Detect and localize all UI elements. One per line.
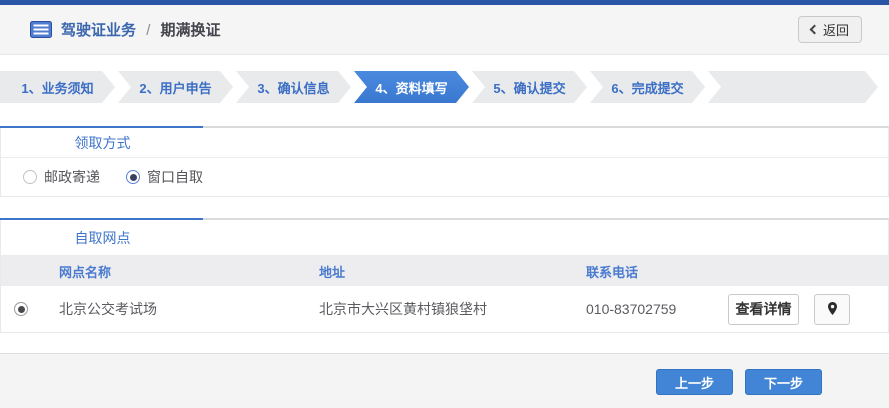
step-bar-filler bbox=[708, 71, 878, 103]
pickup-method-title: 领取方式 bbox=[1, 128, 204, 157]
breadcrumb-separator: / bbox=[146, 22, 150, 39]
step-3-confirm-info[interactable]: 3、确认信息 bbox=[236, 71, 351, 103]
radio-option-postal-delivery[interactable]: 邮政寄递 bbox=[23, 167, 100, 187]
view-details-button[interactable]: 查看详情 bbox=[728, 294, 799, 325]
wizard-footer: 上一步 下一步 bbox=[0, 353, 889, 408]
row-radio-checked-icon[interactable] bbox=[14, 302, 28, 316]
radio-label-postal: 邮政寄递 bbox=[44, 167, 100, 187]
map-pin-icon bbox=[827, 302, 838, 316]
previous-step-button[interactable]: 上一步 bbox=[656, 369, 733, 395]
pickup-method-header: 领取方式 bbox=[1, 128, 888, 158]
map-location-button[interactable] bbox=[814, 294, 850, 325]
step-1-business-notice[interactable]: 1、业务须知 bbox=[0, 71, 115, 103]
location-phone: 010-83702759 bbox=[586, 301, 728, 317]
step-4-fill-data-active[interactable]: 4、资料填写 bbox=[354, 71, 469, 103]
pickup-method-section: 领取方式 邮政寄递 窗口自取 bbox=[0, 126, 889, 197]
breadcrumb-business-type: 驾驶证业务 bbox=[61, 22, 136, 39]
locations-table-header: 网点名称 地址 联系电话 bbox=[1, 256, 888, 286]
column-header-phone: 联系电话 bbox=[586, 262, 728, 281]
pickup-locations-header: 自取网点 bbox=[1, 220, 888, 256]
radio-label-window: 窗口自取 bbox=[147, 167, 203, 187]
radio-option-window-pickup[interactable]: 窗口自取 bbox=[126, 167, 203, 187]
pickup-locations-section: 自取网点 网点名称 地址 联系电话 北京公交考试场 北京市大兴区黄村镇狼垡村 0… bbox=[0, 218, 889, 333]
column-header-name: 网点名称 bbox=[59, 262, 319, 281]
next-step-button[interactable]: 下一步 bbox=[745, 369, 822, 395]
radio-unchecked-icon[interactable] bbox=[23, 170, 37, 184]
location-table-row[interactable]: 北京公交考试场 北京市大兴区黄村镇狼垡村 010-83702759 查看详情 bbox=[1, 286, 888, 332]
location-address: 北京市大兴区黄村镇狼垡村 bbox=[319, 299, 586, 319]
location-name: 北京公交考试场 bbox=[59, 299, 319, 319]
breadcrumb-service-name: 期满换证 bbox=[161, 22, 221, 39]
chevron-left-icon bbox=[810, 25, 820, 35]
step-6-complete-submit[interactable]: 6、完成提交 bbox=[590, 71, 705, 103]
page-title: 驾驶证业务 / 期满换证 bbox=[61, 19, 221, 40]
page-header: 驾驶证业务 / 期满换证 返回 bbox=[0, 5, 889, 55]
back-button[interactable]: 返回 bbox=[798, 16, 862, 43]
step-progress-bar: 1、业务须知 2、用户申告 3、确认信息 4、资料填写 5、确认提交 6、完成提… bbox=[0, 71, 889, 103]
pickup-locations-title: 自取网点 bbox=[1, 220, 204, 255]
license-form-icon bbox=[30, 21, 52, 38]
step-5-confirm-submit[interactable]: 5、确认提交 bbox=[472, 71, 587, 103]
column-header-address: 地址 bbox=[319, 262, 586, 281]
radio-checked-icon[interactable] bbox=[126, 170, 140, 184]
back-button-label: 返回 bbox=[823, 20, 849, 39]
pickup-method-options: 邮政寄递 窗口自取 bbox=[1, 158, 888, 196]
step-2-user-declaration[interactable]: 2、用户申告 bbox=[118, 71, 233, 103]
